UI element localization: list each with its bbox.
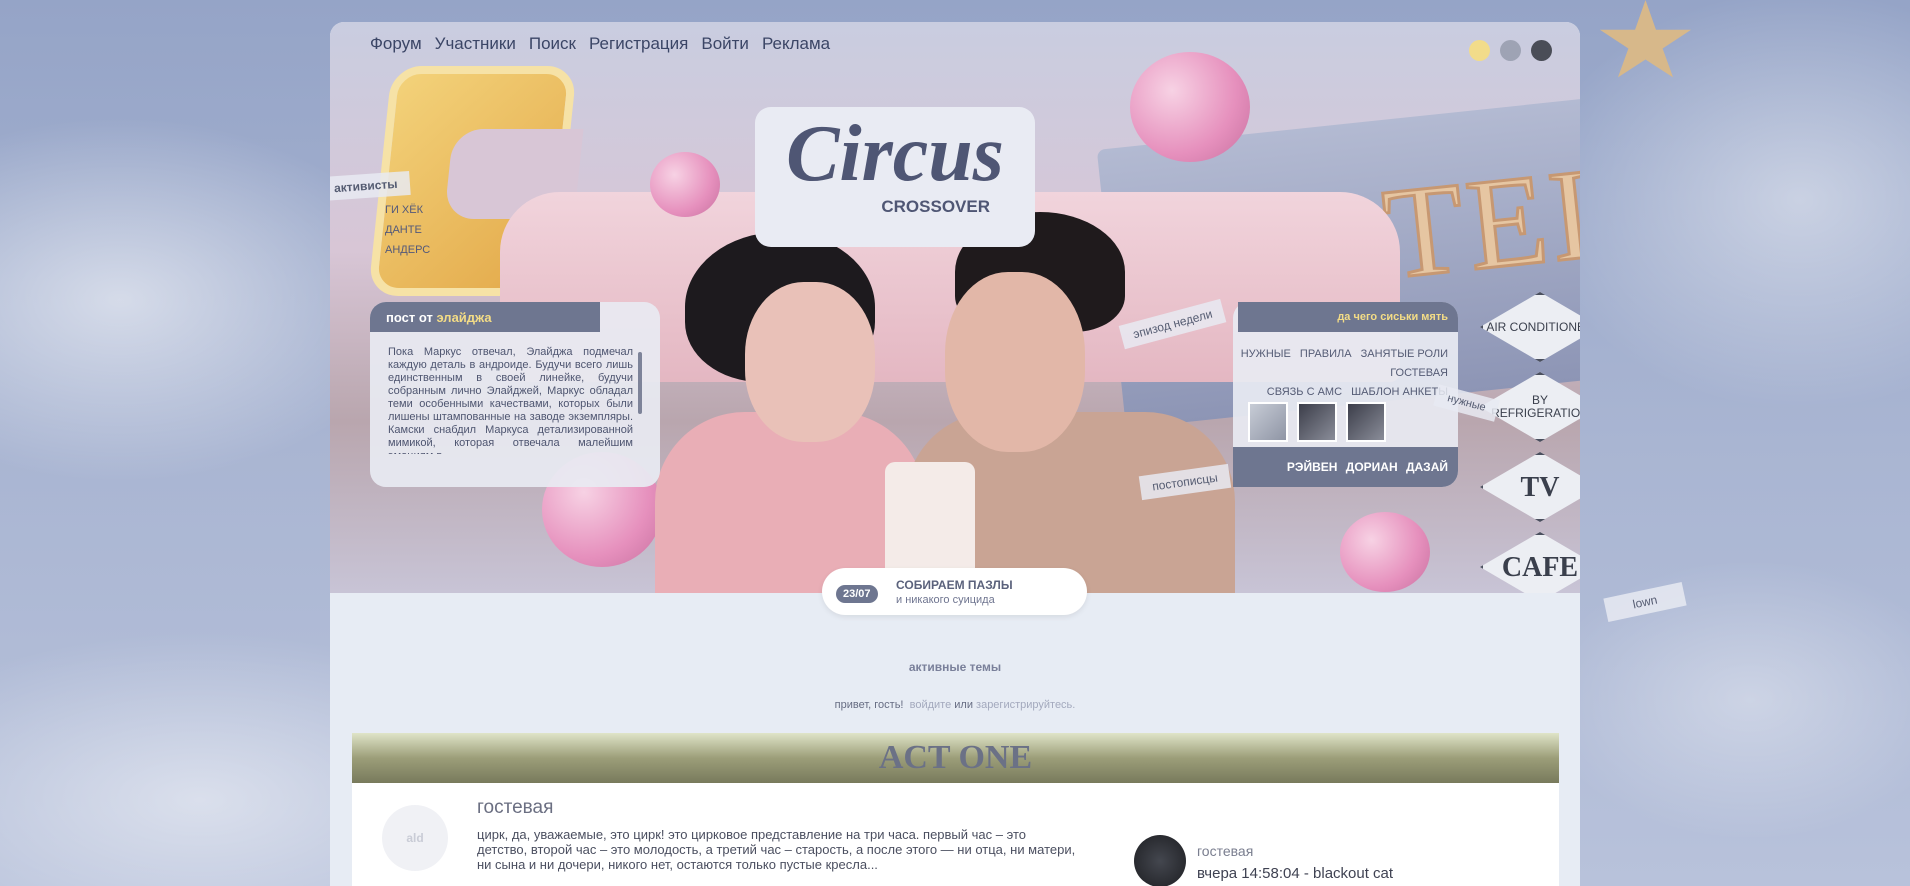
post-text: Пока Маркус отвечал, Элайджа подмечал ка…: [388, 346, 633, 454]
last-post-avatar[interactable]: [1134, 835, 1186, 886]
lown-tape-label: lown: [1603, 581, 1687, 623]
poster-name[interactable]: ДАЗАЙ: [1406, 460, 1448, 474]
forum-page: Форум Участники Поиск Регистрация Войти …: [330, 22, 1580, 886]
announcement-pill[interactable]: 23/07 СОБИРАЕМ ПАЗЛЫ и никакого суицида: [822, 568, 1087, 615]
theme-dot-yellow[interactable]: [1469, 40, 1490, 61]
category-banner: ACT ONE: [352, 733, 1559, 783]
last-post-forum[interactable]: гостевая: [1197, 843, 1253, 859]
couple-illustration: [655, 212, 1235, 593]
nav-ads[interactable]: Реклама: [762, 34, 830, 54]
post-scrollbar[interactable]: [638, 352, 642, 414]
sign-air-conditioned: AIR CONDITIONED: [1480, 292, 1580, 362]
header-banner: Форум Участники Поиск Регистрация Войти …: [330, 22, 1580, 593]
poster-name[interactable]: ДОРИАН: [1346, 460, 1398, 474]
guest-greeting: привет, гость! войдите или зарегистрируй…: [330, 699, 1580, 711]
register-link[interactable]: зарегистрируйтесь.: [976, 699, 1075, 711]
star-decoration: [1599, 0, 1692, 78]
forum-icon: ald: [382, 805, 448, 871]
nav-login[interactable]: Войти: [701, 34, 749, 54]
greeting-hello: привет, гость!: [834, 699, 904, 711]
roadside-signs: AIR CONDITIONED BY REFRIGERATION TV CAFE: [1480, 292, 1580, 593]
login-link[interactable]: войдите: [910, 699, 952, 711]
theme-switcher: [1469, 40, 1552, 61]
announcement-date: 23/07: [836, 585, 878, 603]
link-contact-admin[interactable]: СВЯЗЬ С АМС: [1267, 386, 1342, 398]
logo-subtitle: CROSSOVER: [881, 197, 990, 216]
info-panel-header: да чего сиськи мять: [1238, 302, 1458, 332]
site-logo[interactable]: Circus CROSSOVER: [755, 107, 1035, 247]
sign-tv: TV: [1480, 452, 1580, 522]
last-post-info[interactable]: вчера 14:58:04 - blackout cat: [1197, 865, 1393, 882]
forum-title[interactable]: гостевая: [477, 797, 553, 819]
nav-members[interactable]: Участники: [435, 34, 516, 54]
link-profile-template[interactable]: ШАБЛОН АНКЕТЫ: [1351, 386, 1448, 398]
link-taken-roles[interactable]: ЗАНЯТЫЕ РОЛИ: [1361, 348, 1448, 360]
theme-dot-gray[interactable]: [1500, 40, 1521, 61]
avatar[interactable]: [1248, 402, 1288, 442]
category-title: ACT ONE: [878, 739, 1033, 776]
top-posters: РЭЙВЕН ДОРИАН ДАЗАЙ: [1233, 447, 1458, 487]
announcement-title: СОБИРАЕМ ПАЗЛЫ: [896, 578, 1013, 592]
info-panel: да чего сиськи мять НУЖНЫЕ ПРАВИЛА ЗАНЯТ…: [1233, 302, 1458, 487]
link-rules[interactable]: ПРАВИЛА: [1300, 348, 1352, 360]
avatar[interactable]: [1346, 402, 1386, 442]
forum-row: ald гостевая цирк, да, уважаемые, это ци…: [352, 783, 1559, 886]
forum-description: цирк, да, уважаемые, это цирк! это цирко…: [477, 827, 1076, 872]
nav-search[interactable]: Поиск: [529, 34, 576, 54]
post-header: пост от элайджа: [370, 302, 600, 332]
activist-name[interactable]: ГИ ХЁК: [385, 204, 430, 216]
cotton-candy-decoration: [650, 152, 720, 217]
announcement-subtitle: и никакого суицида: [896, 594, 995, 606]
logo-title: Circus: [786, 110, 1004, 198]
poster-name[interactable]: РЭЙВЕН: [1287, 460, 1338, 474]
top-nav: Форум Участники Поиск Регистрация Войти …: [370, 34, 830, 54]
sign-cafe: CAFE: [1480, 532, 1580, 593]
greeting-or: или: [954, 699, 973, 711]
activist-name[interactable]: АНДЕРС: [385, 244, 430, 256]
nav-forum[interactable]: Форум: [370, 34, 422, 54]
theme-dot-dark[interactable]: [1531, 40, 1552, 61]
featured-post-panel: пост от элайджа Пока Маркус отвечал, Эла…: [370, 302, 660, 487]
link-guestbook[interactable]: ГОСТЕВАЯ: [1390, 367, 1448, 379]
avatar[interactable]: [1297, 402, 1337, 442]
nav-register[interactable]: Регистрация: [589, 34, 688, 54]
cotton-candy-decoration: [1340, 512, 1430, 592]
post-author[interactable]: элайджа: [436, 310, 491, 325]
activists-list: ГИ ХЁК ДАНТЕ АНДЕРС: [385, 204, 430, 264]
activist-name[interactable]: ДАНТЕ: [385, 224, 430, 236]
active-topics-heading[interactable]: активные темы: [330, 660, 1580, 674]
quick-links: НУЖНЫЕ ПРАВИЛА ЗАНЯТЫЕ РОЛИ ГОСТЕВАЯ СВЯ…: [1228, 345, 1448, 402]
post-prefix: пост от: [386, 310, 433, 325]
link-needed[interactable]: НУЖНЫЕ: [1241, 348, 1291, 360]
cotton-candy-decoration: [1130, 52, 1250, 162]
featured-avatars: [1248, 402, 1386, 442]
